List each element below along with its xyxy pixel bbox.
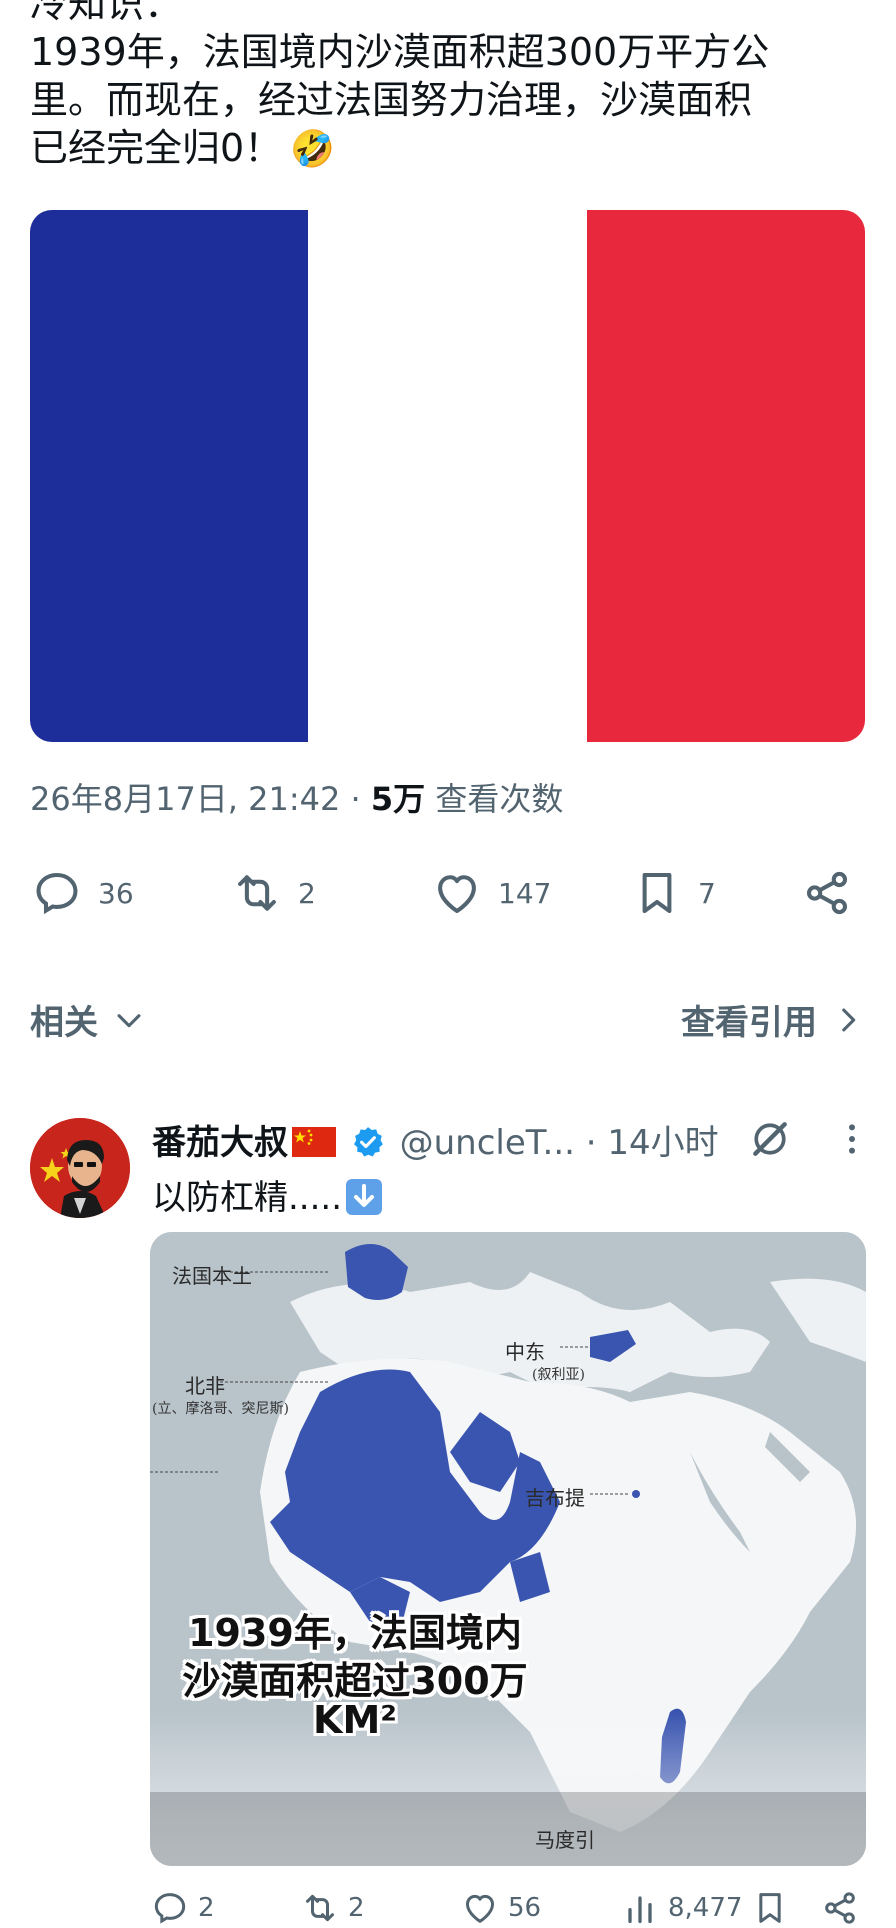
quote-views-count: 8,477 bbox=[668, 1893, 743, 1923]
quote-retweet-count: 2 bbox=[348, 1893, 365, 1923]
quote-tweet-header: 番茄大叔 @uncleT... · 14小时 bbox=[152, 1115, 872, 1165]
quote-share-button[interactable] bbox=[820, 1888, 868, 1928]
china-flag-icon bbox=[292, 1127, 336, 1157]
post-text-line: 1939年，法国境内沙漠面积超300万平方公 bbox=[30, 30, 770, 74]
like-button[interactable]: 147 bbox=[430, 858, 551, 928]
bookmark-icon bbox=[642, 872, 672, 914]
post-text-line: 冷知识： bbox=[30, 0, 183, 26]
post-text-line: 已经完全归0！ 🤣 bbox=[30, 124, 870, 174]
retweet-icon bbox=[306, 1894, 334, 1922]
reply-count: 36 bbox=[98, 876, 134, 910]
related-row: 相关 查看引用 bbox=[30, 995, 865, 1055]
reply-button[interactable]: 36 bbox=[30, 858, 134, 928]
quote-tweet-text-content: 以防杠精..... bbox=[152, 1178, 343, 1218]
bookmark-button[interactable]: 7 bbox=[630, 858, 716, 928]
africa-map-illustration bbox=[150, 1232, 866, 1866]
down-arrow-emoji-icon bbox=[346, 1179, 383, 1215]
map-label-middle-east-sub: (叙利亚) bbox=[532, 1367, 585, 1383]
grok-icon[interactable] bbox=[748, 1117, 792, 1161]
map-label-madagascar: 马度引 bbox=[535, 1828, 595, 1852]
views-label: 查看次数 bbox=[435, 780, 564, 818]
share-button[interactable] bbox=[800, 858, 868, 928]
author-handle[interactable]: @uncleT... bbox=[400, 1123, 575, 1163]
bookmark-icon bbox=[759, 1893, 781, 1923]
map-label-france: 法国本土 bbox=[172, 1264, 252, 1288]
share-icon bbox=[825, 1892, 855, 1924]
flag-band-white bbox=[308, 210, 587, 742]
post-action-bar: 36 2 147 7 bbox=[30, 858, 865, 928]
map-caption-line: 1939年，法国境内 bbox=[188, 1611, 522, 1655]
map-caption-line: KM² bbox=[313, 1698, 397, 1742]
post-meta: 26年8月17日, 21:42 · 5万 查看次数 bbox=[30, 774, 563, 820]
rofl-emoji: 🤣 bbox=[290, 129, 336, 170]
map-caption-line: 沙漠面积超过300万 bbox=[182, 1659, 528, 1703]
verified-badge-icon bbox=[353, 1127, 383, 1157]
meta-separator: · bbox=[350, 780, 361, 818]
retweet-button[interactable]: 2 bbox=[230, 858, 316, 928]
quote-reply-count: 2 bbox=[198, 1893, 215, 1923]
tweet-time[interactable]: · 14小时 bbox=[586, 1123, 719, 1163]
related-label: 相关 bbox=[30, 1003, 98, 1043]
bookmark-count: 7 bbox=[698, 876, 716, 910]
avatar-illustration bbox=[30, 1118, 130, 1218]
heart-icon bbox=[466, 1894, 494, 1923]
share-icon bbox=[806, 871, 848, 915]
related-dropdown[interactable]: 相关 bbox=[30, 995, 146, 1044]
views-count: 5万 bbox=[370, 780, 426, 818]
chevron-right-icon bbox=[842, 1008, 856, 1031]
reply-icon bbox=[154, 1893, 186, 1924]
reply-icon bbox=[36, 872, 78, 915]
heart-icon bbox=[438, 875, 476, 914]
like-count: 147 bbox=[498, 876, 552, 910]
author-name[interactable]: 番茄大叔 bbox=[152, 1123, 288, 1163]
view-quotes-link[interactable]: 查看引用 bbox=[681, 995, 865, 1044]
flag-band-red bbox=[586, 210, 865, 742]
post-text-line: 里。而现在，经过法国努力治理，沙漠面积 bbox=[30, 78, 753, 122]
chevron-down-icon bbox=[117, 1013, 141, 1027]
map-label-north-africa-sub: (立、摩洛哥、突尼斯) bbox=[152, 1401, 289, 1417]
flag-band-blue bbox=[30, 210, 309, 742]
quote-views-button[interactable]: 8,477 bbox=[620, 1888, 742, 1928]
retweet-count: 2 bbox=[298, 876, 316, 910]
quote-tweet-action-bar: 2 2 56 8,477 bbox=[150, 1888, 866, 1928]
quote-retweet-button[interactable]: 2 bbox=[300, 1888, 365, 1928]
quote-tweet-media-map[interactable]: 法国本土 北非 (立、摩洛哥、突尼斯) 中东 (叙利亚) 吉布提 马度引 193… bbox=[150, 1232, 866, 1866]
retweet-icon bbox=[238, 875, 276, 911]
quote-reply-button[interactable]: 2 bbox=[150, 1888, 215, 1928]
quote-like-count: 56 bbox=[508, 1893, 542, 1923]
map-label-djibouti: 吉布提 bbox=[525, 1486, 585, 1510]
map-label-north-africa: 北非 bbox=[185, 1374, 225, 1398]
map-label-middle-east: 中东 bbox=[505, 1340, 545, 1364]
views-bar-chart-icon bbox=[628, 1896, 652, 1923]
avatar[interactable] bbox=[30, 1118, 130, 1218]
post-text-line-content: 已经完全归0！ bbox=[30, 126, 283, 170]
post-date[interactable]: 26年8月17日, 21:42 bbox=[30, 780, 340, 818]
more-options-icon[interactable] bbox=[832, 1119, 872, 1159]
post-image-french-flag[interactable] bbox=[30, 210, 865, 742]
view-quotes-label: 查看引用 bbox=[681, 1003, 817, 1043]
post-text: 冷知识： 1939年，法国境内沙漠面积超300万平方公 里。而现在，经过法国努力… bbox=[30, 0, 870, 174]
quote-like-button[interactable]: 56 bbox=[460, 1888, 541, 1928]
quote-tweet-text: 以防杠精..... bbox=[152, 1170, 383, 1219]
quote-bookmark-button[interactable] bbox=[750, 1888, 798, 1928]
